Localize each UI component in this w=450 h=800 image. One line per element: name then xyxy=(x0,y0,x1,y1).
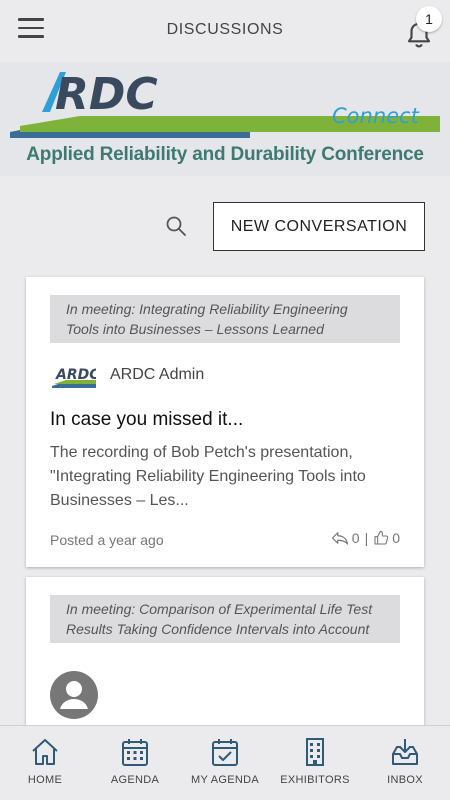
tab-label: EXHIBITORS xyxy=(280,774,350,786)
ardc-logo: RDC xyxy=(10,69,440,138)
author-name: ARDC Admin xyxy=(110,366,205,383)
discussion-card[interactable]: In meeting: Comparison of Experimental L… xyxy=(26,577,424,737)
tab-inbox[interactable]: INBOX xyxy=(360,726,450,800)
inbox-icon xyxy=(392,739,418,765)
svg-text:ARDC: ARDC xyxy=(55,367,96,383)
tab-home[interactable]: HOME xyxy=(0,726,90,800)
connect-logo-text: Connect xyxy=(332,104,419,128)
meeting-label: In meeting: Comparison of Experimental L… xyxy=(50,595,400,643)
avatar xyxy=(50,671,98,719)
stats-divider: | xyxy=(364,530,369,546)
building-icon xyxy=(306,738,324,766)
tab-agenda[interactable]: AGENDA xyxy=(90,726,180,800)
post-body: The recording of Bob Petch's presentatio… xyxy=(50,444,366,509)
tab-my-agenda[interactable]: MY AGENDA xyxy=(180,726,270,800)
new-conversation-button[interactable]: NEW CONVERSATION xyxy=(213,202,425,251)
like-count: 0 xyxy=(392,530,400,546)
tab-label: HOME xyxy=(27,774,63,786)
tab-label: INBOX xyxy=(387,774,423,786)
tab-exhibitors[interactable]: EXHIBITORS xyxy=(270,726,360,800)
avatar: ARDC xyxy=(50,358,96,392)
page-title: DISCUSSIONS xyxy=(166,21,284,38)
author-row: ARDC ARDC Admin xyxy=(50,357,204,393)
home-icon xyxy=(32,739,58,765)
calendar-icon xyxy=(122,739,148,766)
post-title: In case you missed it... xyxy=(50,409,244,430)
bottom-tab-bar: HOME AGENDA MY AGENDA EXHIBITORS INBOX xyxy=(0,725,450,800)
top-bar: DISCUSSIONS 1 xyxy=(0,0,450,62)
tab-label: AGENDA xyxy=(110,774,160,786)
svg-text:RDC: RDC xyxy=(55,69,158,120)
calendar-check-icon xyxy=(212,739,238,766)
conference-banner: RDC Connect Applied Reliability and Dura… xyxy=(0,62,450,176)
reply-icon[interactable] xyxy=(331,530,349,546)
tab-label: MY AGENDA xyxy=(191,774,259,786)
thumbs-up-icon[interactable] xyxy=(373,530,389,546)
post-date: Posted a year ago xyxy=(50,532,164,548)
reply-count: 0 xyxy=(351,530,360,546)
post-stats: 0 | 0 xyxy=(331,530,400,546)
notification-badge: 1 xyxy=(416,6,442,32)
meeting-label: In meeting: Integrating Reliability Engi… xyxy=(50,295,400,343)
search-icon[interactable] xyxy=(164,214,188,238)
discussion-card[interactable]: In meeting: Integrating Reliability Engi… xyxy=(26,277,424,567)
conference-name: Applied Reliability and Durability Confe… xyxy=(26,144,424,165)
